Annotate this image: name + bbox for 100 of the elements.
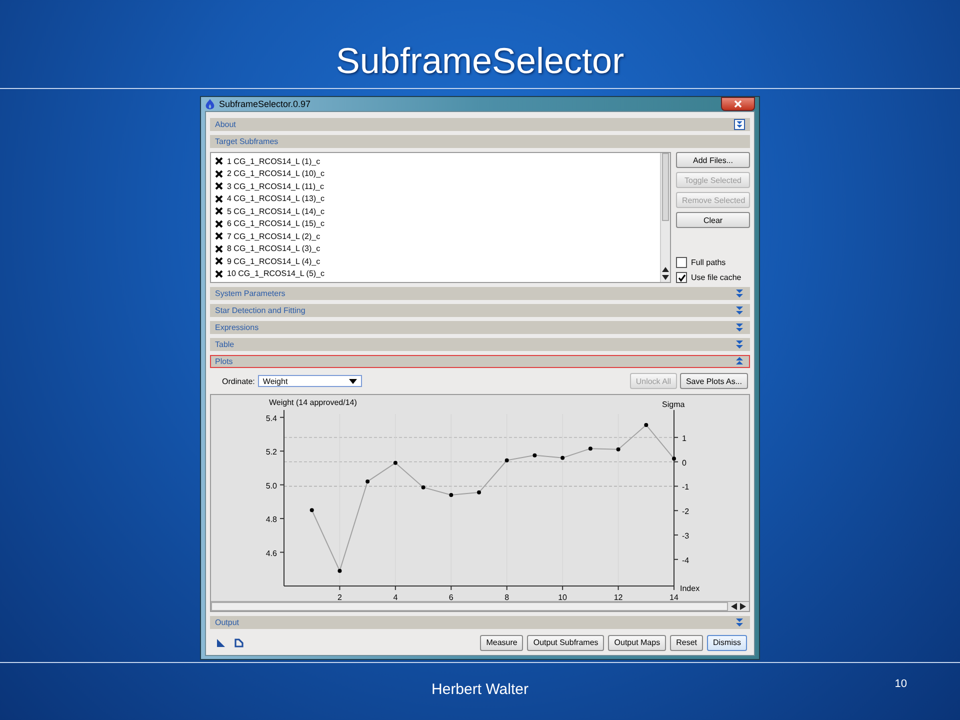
data-point: [504, 458, 509, 462]
cross-icon[interactable]: [215, 170, 223, 178]
action-button[interactable]: Measure: [480, 634, 524, 650]
section-header[interactable]: About: [210, 118, 750, 131]
section-header[interactable]: System Parameters: [210, 287, 750, 300]
y-tick-label: 4.6: [266, 548, 277, 558]
cross-icon[interactable]: [215, 157, 223, 166]
file-name[interactable]: 4 CG_1_RCOS14_L (13)_c: [227, 194, 325, 204]
file-name[interactable]: 9 CG_1_RCOS14_L (4)_c: [227, 256, 320, 266]
y-tick-label: 4.8: [266, 515, 277, 524]
file-name[interactable]: 3 CG_1_RCOS14_L (11)_c: [227, 182, 324, 191]
x-tick-label: 8: [504, 593, 510, 601]
flame-icon: [205, 98, 215, 110]
section-header[interactable]: Output: [210, 616, 750, 629]
cross-icon[interactable]: [215, 270, 223, 278]
section-title: Star Detection and Fitting: [215, 306, 306, 315]
scrollbar[interactable]: [211, 601, 749, 611]
chart-title: Weight (14 approved/14): [269, 398, 357, 407]
expand-icon[interactable]: [734, 305, 745, 316]
data-point: [310, 508, 314, 512]
expand-icon[interactable]: [734, 322, 745, 333]
section-title: System Parameters: [215, 289, 286, 298]
triangle-icon[interactable]: [216, 638, 226, 648]
data-point: [393, 460, 398, 465]
data-point: [477, 490, 481, 494]
cross-icon[interactable]: [215, 257, 223, 266]
data-point: [672, 456, 676, 461]
file-name[interactable]: 6 CG_1_RCOS14_L (15)_c: [227, 219, 325, 228]
sigma-tick-label: -3: [682, 532, 690, 540]
close-button[interactable]: [721, 97, 755, 111]
section-title: Table: [215, 340, 234, 349]
x-tick-label: 14: [670, 593, 678, 601]
section-title: Expressions: [215, 323, 259, 332]
section-header[interactable]: Star Detection and Fitting: [210, 304, 750, 317]
file-name[interactable]: 10 CG_1_RCOS14_L (5)_c: [227, 269, 325, 278]
collapse-icon[interactable]: [734, 356, 745, 367]
expand-icon[interactable]: [734, 617, 745, 628]
file-button[interactable]: Add Files...: [676, 152, 750, 168]
section-title: Output: [215, 618, 240, 627]
section-header[interactable]: Expressions: [210, 321, 750, 334]
data-point: [366, 479, 370, 484]
data-point: [421, 485, 426, 490]
scroll-up-icon[interactable]: [662, 267, 669, 272]
cross-icon[interactable]: [215, 244, 223, 253]
action-button[interactable]: Dismiss: [707, 634, 747, 650]
sigma-tick-label: -2: [682, 507, 690, 516]
section-header[interactable]: Target Subframes: [210, 135, 750, 148]
section-title: Target Subframes: [215, 137, 278, 146]
data-point: [644, 422, 648, 427]
ordinate-label: Ordinate:: [222, 376, 255, 386]
file-name[interactable]: 8 CG_1_RCOS14_L (3)_c: [227, 244, 320, 254]
x-axis-label: Index: [680, 584, 700, 593]
expand-icon[interactable]: [734, 339, 745, 350]
scroll-right-icon[interactable]: [740, 603, 746, 610]
y-tick-label: 5.4: [266, 414, 277, 423]
y-tick-label: 5.2: [266, 448, 277, 457]
action-button[interactable]: Output Maps: [608, 634, 666, 650]
x-tick-label: 10: [558, 593, 568, 601]
scroll-down-icon[interactable]: [662, 275, 669, 280]
checkbox-label: Full paths: [691, 258, 726, 267]
action-button[interactable]: Reset: [670, 634, 703, 650]
file-name[interactable]: 5 CG_1_RCOS14_L (14)_c: [227, 206, 325, 216]
x-tick-label: 6: [448, 593, 454, 601]
author-name: Herbert Walter: [432, 681, 528, 698]
data-point: [532, 453, 537, 458]
slide-title: SubframeSelector: [336, 39, 624, 83]
cross-icon[interactable]: [215, 220, 223, 228]
data-point: [338, 568, 342, 573]
file-name[interactable]: 7 CG_1_RCOS14_L (2)_c: [227, 232, 320, 241]
file-button[interactable]: Clear: [676, 212, 750, 228]
y-tick-label: 5.0: [266, 481, 277, 490]
page-number: 10: [894, 678, 907, 690]
cross-icon[interactable]: [215, 194, 223, 203]
data-point: [560, 456, 565, 460]
cross-icon[interactable]: [215, 207, 223, 216]
sigma-axis-label: Sigma: [662, 400, 685, 409]
x-tick-label: 12: [614, 593, 623, 601]
window-title: SubframeSelector.0.97: [219, 99, 311, 109]
ordinate-dropdown[interactable]: Weight: [258, 375, 362, 387]
x-tick-label: 2: [338, 593, 342, 601]
checkbox[interactable]: [676, 272, 687, 283]
cross-icon[interactable]: [215, 182, 223, 190]
file-name[interactable]: 2 CG_1_RCOS14_L (10)_c: [227, 169, 325, 178]
file-name[interactable]: 1 CG_1_RCOS14_L (1)_c: [227, 156, 320, 166]
scroll-left-icon[interactable]: [731, 603, 737, 610]
section-title: Plots: [215, 357, 233, 366]
data-point: [588, 446, 592, 451]
plot-button[interactable]: Save Plots As...: [680, 373, 748, 389]
cross-icon[interactable]: [215, 232, 223, 240]
sigma-tick-label: 0: [682, 458, 686, 468]
section-header[interactable]: Plots: [210, 355, 750, 368]
data-point: [616, 447, 620, 452]
section-header[interactable]: Table: [210, 338, 750, 351]
action-button[interactable]: Output Subframes: [527, 634, 604, 650]
checkbox[interactable]: [676, 257, 687, 268]
scrollbar[interactable]: [660, 153, 670, 282]
document-icon[interactable]: [234, 638, 244, 648]
data-point: [449, 492, 454, 497]
expand-icon[interactable]: [734, 119, 745, 130]
expand-icon[interactable]: [734, 288, 745, 299]
